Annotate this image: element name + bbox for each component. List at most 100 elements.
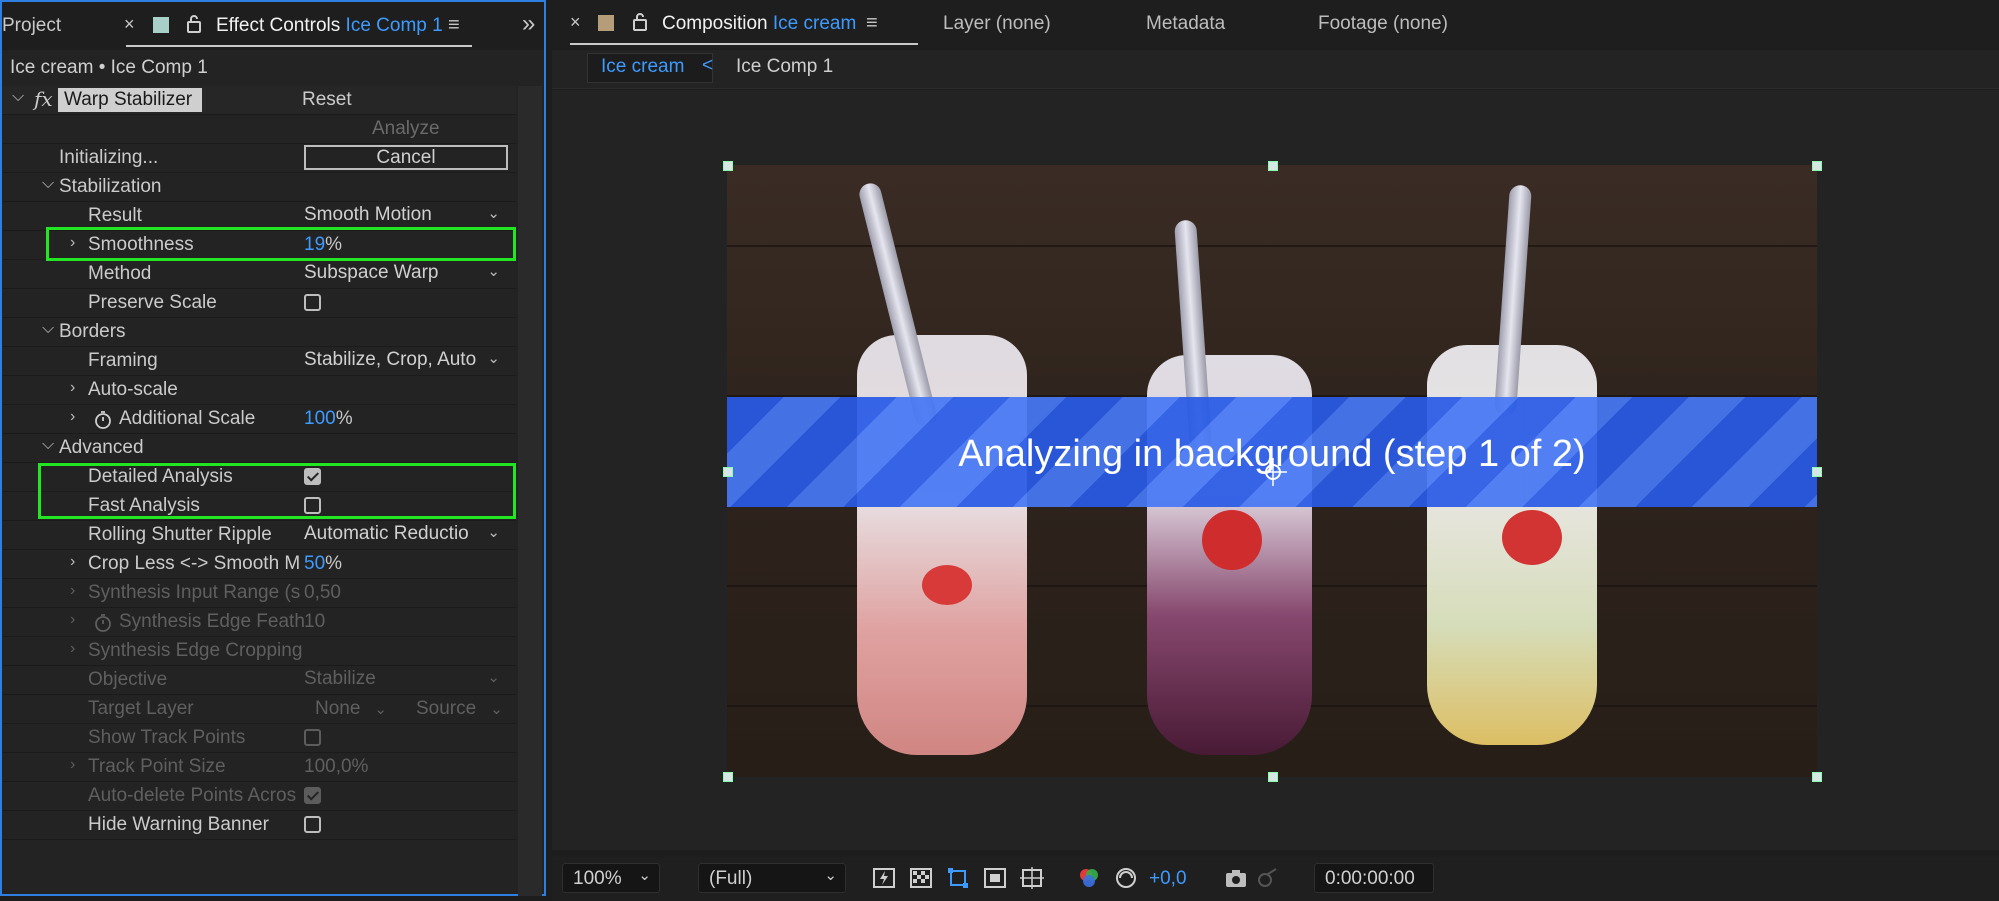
current-time-display[interactable]: 0:00:00:00 [1314,863,1434,893]
chevron-right-icon: › [70,640,76,657]
transform-handle[interactable] [1268,772,1278,782]
breadcrumb: Ice cream • Ice Comp 1 [2,52,544,86]
mask-visibility-icon[interactable] [946,866,970,890]
transform-handle[interactable] [1812,161,1822,171]
comp-tab-ice-comp-1[interactable]: Ice Comp 1 [736,56,833,78]
tab-metadata[interactable]: Metadata [1146,13,1225,35]
panel-menu-icon[interactable]: ≡ [866,12,878,35]
tab-footage[interactable]: Footage (none) [1318,13,1448,35]
chevron-down-icon[interactable]: ⌵ [42,436,54,454]
grid-guides-icon[interactable] [1020,866,1044,890]
chevron-left-icon[interactable]: < [702,55,713,77]
show-snapshot-icon[interactable] [1256,866,1280,890]
tab-effect-controls-label: Effect Controls [216,15,341,36]
close-icon[interactable]: × [570,12,581,33]
show-track-points-checkbox [304,729,321,746]
synthesis-edge-feather-row: › Synthesis Edge Feath 10 [2,608,516,637]
lock-icon[interactable] [186,14,202,34]
track-point-size-row: › Track Point Size 100,0% [2,753,516,782]
hide-warning-checkbox[interactable] [304,816,321,833]
chevron-down-icon[interactable]: ⌵ [42,175,54,193]
chevron-right-icon[interactable]: › [70,408,75,426]
tab-project[interactable]: Project [2,15,61,37]
chevron-down-icon: ⌄ [485,349,500,367]
chevron-down-icon: ⌄ [490,701,503,718]
framing-value: Stabilize, Crop, Auto [304,349,477,370]
result-dropdown[interactable]: Smooth Motion ⌄ [304,204,506,228]
rolling-shutter-dropdown[interactable]: Automatic Reductio ⌄ [304,523,506,547]
lock-icon[interactable] [632,12,648,32]
additional-scale-value[interactable]: 100 [304,408,336,429]
fast-previews-icon[interactable] [872,866,896,890]
transform-handle[interactable] [723,467,733,477]
framing-label: Framing [88,350,158,371]
objective-label: Objective [88,669,168,690]
objective-value: Stabilize [304,668,376,689]
transform-handle[interactable] [1812,467,1822,477]
zoom-dropdown[interactable]: 100% ⌄ [562,863,660,893]
synthesis-input-value: 0,50 [304,582,341,603]
method-label: Method [88,263,152,284]
channel-rgb-icon[interactable] [1077,866,1101,890]
crop-less-value[interactable]: 50 [304,553,325,574]
region-of-interest-icon[interactable] [983,866,1007,890]
method-dropdown[interactable]: Subspace Warp ⌄ [304,262,506,286]
resolution-dropdown[interactable]: (Full) ⌄ [698,863,846,893]
chevron-down-icon[interactable]: ⌵ [42,320,54,338]
rolling-shutter-label: Rolling Shutter Ripple [88,524,272,545]
additional-scale-field[interactable]: 100% [304,408,353,430]
stabilization-header[interactable]: Stabilization [59,176,161,198]
exposure-reset-icon[interactable] [1114,866,1138,890]
chevron-right-icon[interactable]: › [70,553,75,571]
effect-name[interactable]: Warp Stabilizer [64,89,192,111]
advanced-header[interactable]: Advanced [59,437,144,459]
tab-effect-controls[interactable]: Effect Controls Ice Comp 1 [216,15,443,37]
transparency-grid-icon[interactable] [909,866,933,890]
chevron-down-icon: ⌄ [374,701,387,718]
composition-viewer[interactable]: Analyzing in background (step 1 of 2) [552,90,1999,850]
tab-layer[interactable]: Layer (none) [943,13,1051,35]
exposure-value[interactable]: +0,0 [1149,868,1187,890]
camera-snapshot-icon[interactable] [1224,866,1248,890]
stopwatch-icon[interactable] [93,410,113,430]
composition-navigator: Ice cream < Ice Comp 1 [552,50,1999,89]
show-track-points-label: Show Track Points [88,727,246,748]
chevron-down-icon[interactable]: ⌵ [12,88,24,106]
composition-panel: × Composition Ice cream ≡ Layer (none) M… [552,0,1999,901]
borders-group-row: ⌵ Borders [2,318,516,347]
overflow-chevron-icon[interactable]: » [522,10,535,38]
target-layer-source: Source [416,698,477,719]
preserve-scale-row: Preserve Scale [2,289,516,318]
reset-button[interactable]: Reset [302,89,352,111]
chevron-down-icon: ⌄ [824,867,837,884]
framing-dropdown[interactable]: Stabilize, Crop, Auto ⌄ [304,349,506,373]
close-icon[interactable]: × [124,14,135,35]
strawberry [1502,510,1562,565]
tab-composition-target: Ice cream [772,13,857,34]
borders-header[interactable]: Borders [59,321,126,343]
transform-handle[interactable] [1812,772,1822,782]
transform-handle[interactable] [1268,161,1278,171]
comp-tab-ice-cream[interactable]: Ice cream [601,56,684,78]
analyze-button[interactable]: Analyze [372,118,440,140]
track-point-size-value: 100,0% [304,756,369,777]
synthesis-edge-feather-label: Synthesis Edge Feath [119,611,305,632]
tab-composition[interactable]: Composition Ice cream [662,13,856,35]
chevron-right-icon[interactable]: › [70,379,75,397]
resolution-value: (Full) [709,868,753,889]
preserve-scale-checkbox[interactable] [304,294,321,311]
additional-scale-label: Additional Scale [119,408,256,429]
transform-handle[interactable] [723,161,733,171]
active-tab-underline [570,43,918,45]
fx-icon[interactable]: fx [34,87,53,111]
effect-color-swatch-icon [153,17,169,33]
panel-menu-icon[interactable]: ≡ [448,14,460,37]
panel-scrollbar[interactable] [518,86,542,896]
transform-handle[interactable] [723,772,733,782]
status-row: Initializing... Cancel [2,144,516,173]
analysis-status: Initializing... [59,147,159,168]
target-layer-value: None [315,698,361,719]
anchor-point-icon[interactable] [1257,456,1289,488]
cancel-button[interactable]: Cancel [304,145,508,170]
crop-less-field[interactable]: 50% [304,553,342,575]
